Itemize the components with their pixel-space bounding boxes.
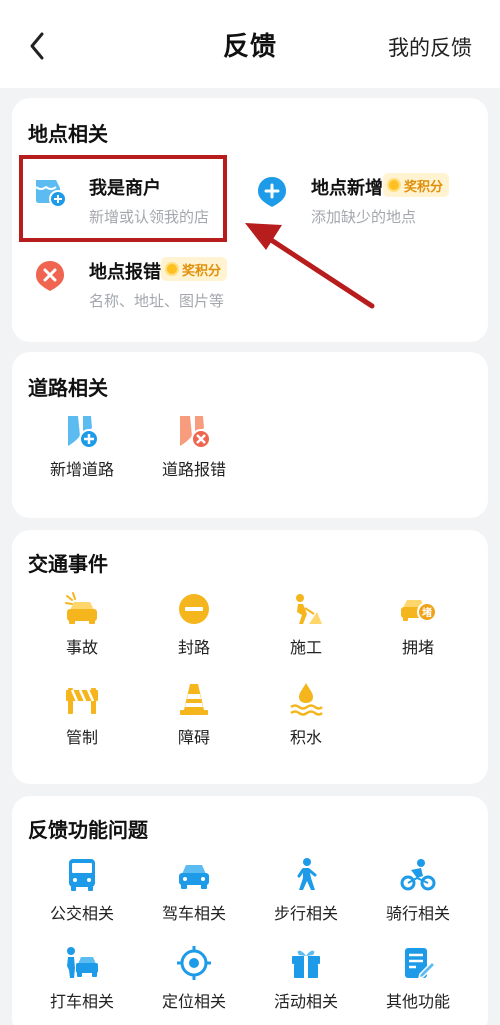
cycling-icon bbox=[400, 859, 436, 891]
points-reward-badge: 奖积分 bbox=[383, 173, 450, 197]
flooding-item[interactable]: 积水 bbox=[250, 680, 362, 748]
traffic-jam-item[interactable]: 堵 拥堵 bbox=[362, 590, 474, 658]
location-plus-icon bbox=[258, 177, 286, 207]
section-title: 地点相关 bbox=[28, 122, 108, 146]
bus-item[interactable]: 公交相关 bbox=[26, 856, 138, 924]
section-title: 反馈功能问题 bbox=[28, 818, 148, 842]
badge-label: 奖积分 bbox=[404, 179, 444, 195]
flooding-label: 积水 bbox=[289, 728, 322, 747]
road-error-icon bbox=[180, 416, 211, 449]
positioning-item[interactable]: 定位相关 bbox=[138, 944, 250, 1012]
highlight-box bbox=[19, 155, 227, 242]
section-title: 交通事件 bbox=[28, 552, 108, 576]
traffic-jam-label: 拥堵 bbox=[401, 638, 434, 657]
driving-item[interactable]: 驾车相关 bbox=[138, 856, 250, 924]
cycling-label: 骑行相关 bbox=[385, 904, 450, 923]
driving-label: 驾车相关 bbox=[161, 904, 226, 923]
obstacle-label: 障碍 bbox=[177, 728, 210, 747]
bus-label: 公交相关 bbox=[49, 904, 114, 923]
annotation-arrow-icon bbox=[245, 223, 375, 309]
location-error-icon bbox=[36, 261, 64, 291]
walking-icon bbox=[297, 858, 317, 890]
add-road-label: 新增道路 bbox=[49, 460, 114, 479]
add-place-title: 地点新增 bbox=[311, 178, 383, 199]
walking-item[interactable]: 步行相关 bbox=[250, 856, 362, 924]
jam-icon-char: 堵 bbox=[422, 606, 432, 619]
activity-item[interactable]: 活动相关 bbox=[250, 944, 362, 1012]
place-error-item[interactable]: 地点报错 奖积分 名称、地址、图片等 bbox=[33, 257, 253, 314]
badge-label: 奖积分 bbox=[182, 263, 222, 279]
traffic-section-card: 交通事件 事故 封路 施工 堵 拥堵 管制 障碍 积水 bbox=[12, 530, 488, 784]
bus-icon bbox=[69, 859, 95, 891]
points-reward-badge: 奖积分 bbox=[161, 257, 228, 281]
road-error-item[interactable]: 道路报错 bbox=[138, 412, 250, 480]
walking-label: 步行相关 bbox=[273, 904, 338, 923]
coin-icon bbox=[165, 262, 179, 276]
place-error-title: 地点报错 bbox=[89, 262, 161, 283]
document-edit-icon bbox=[405, 948, 437, 980]
car-icon bbox=[179, 865, 209, 889]
accident-label: 事故 bbox=[65, 638, 98, 657]
top-bar: 反馈 我的反馈 bbox=[0, 0, 500, 88]
traffic-jam-icon: 堵 bbox=[401, 600, 437, 622]
place-error-desc: 名称、地址、图片等 bbox=[89, 292, 225, 310]
positioning-label: 定位相关 bbox=[161, 992, 226, 1011]
coin-icon bbox=[387, 178, 401, 192]
road-section-card: 道路相关 新增道路 道路报错 bbox=[12, 352, 488, 518]
barrier-icon bbox=[66, 688, 98, 714]
construction-label: 施工 bbox=[289, 638, 322, 657]
construction-item[interactable]: 施工 bbox=[250, 590, 362, 658]
cycling-item[interactable]: 骑行相关 bbox=[362, 856, 474, 924]
accident-item[interactable]: 事故 bbox=[26, 590, 138, 658]
road-closed-label: 封路 bbox=[177, 638, 210, 657]
obstacle-item[interactable]: 障碍 bbox=[138, 680, 250, 748]
taxi-item[interactable]: 打车相关 bbox=[26, 944, 138, 1012]
activity-label: 活动相关 bbox=[273, 992, 338, 1011]
road-plus-icon bbox=[68, 416, 99, 449]
car-crash-icon bbox=[65, 592, 97, 624]
no-entry-icon bbox=[179, 594, 209, 624]
locate-target-icon bbox=[177, 946, 211, 980]
traffic-control-item[interactable]: 管制 bbox=[26, 680, 138, 748]
traffic-cone-icon bbox=[180, 684, 208, 715]
gift-icon bbox=[292, 950, 320, 978]
other-item[interactable]: 其他功能 bbox=[362, 944, 474, 1012]
taxi-label: 打车相关 bbox=[49, 992, 114, 1011]
my-feedback-link[interactable]: 我的反馈 bbox=[388, 32, 472, 62]
road-closed-item[interactable]: 封路 bbox=[138, 590, 250, 658]
road-error-label: 道路报错 bbox=[161, 460, 226, 479]
add-road-item[interactable]: 新增道路 bbox=[26, 412, 138, 480]
construction-worker-icon bbox=[296, 594, 322, 624]
water-drop-icon bbox=[290, 683, 323, 716]
traffic-control-label: 管制 bbox=[65, 728, 98, 747]
taxi-icon bbox=[67, 947, 98, 978]
function-section-card: 反馈功能问题 公交相关 驾车相关 步行相关 骑行相关 打车相关 定位相关 活动相… bbox=[12, 796, 488, 1025]
other-label: 其他功能 bbox=[385, 992, 450, 1011]
section-title: 道路相关 bbox=[28, 376, 108, 400]
